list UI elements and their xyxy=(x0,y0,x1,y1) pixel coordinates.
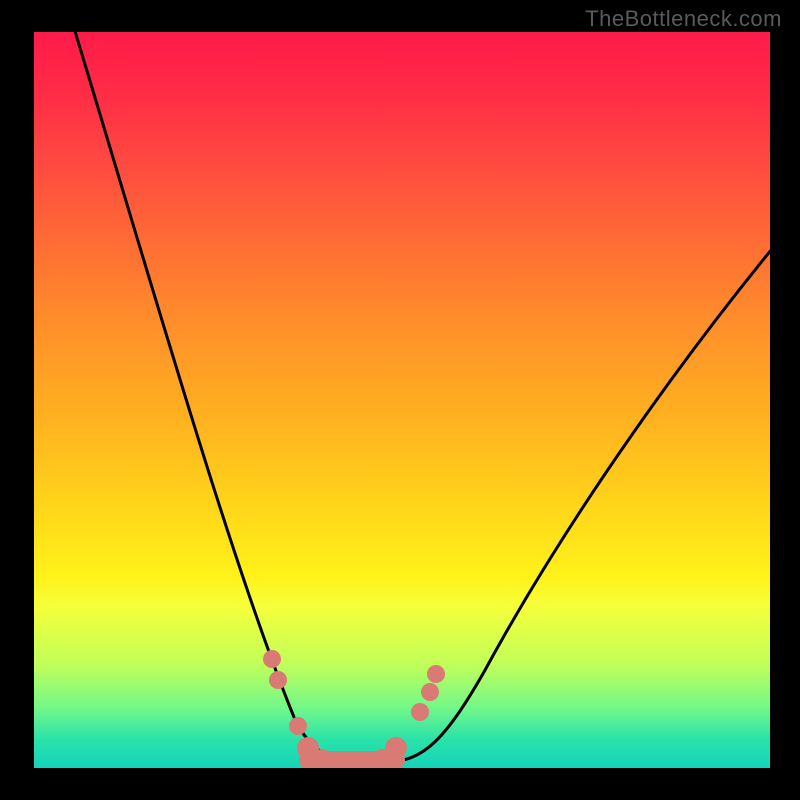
marker xyxy=(385,737,407,759)
curve-overlay xyxy=(34,32,770,768)
marker xyxy=(269,671,287,689)
marker xyxy=(289,717,307,735)
plot-area xyxy=(34,32,770,768)
marker xyxy=(263,650,281,668)
chart-frame: TheBottleneck.com xyxy=(0,0,800,800)
marker xyxy=(421,683,439,701)
marker xyxy=(427,665,445,683)
right-curve xyxy=(386,244,770,762)
left-curve xyxy=(74,32,350,762)
marker xyxy=(411,703,429,721)
watermark-text: TheBottleneck.com xyxy=(585,6,782,32)
